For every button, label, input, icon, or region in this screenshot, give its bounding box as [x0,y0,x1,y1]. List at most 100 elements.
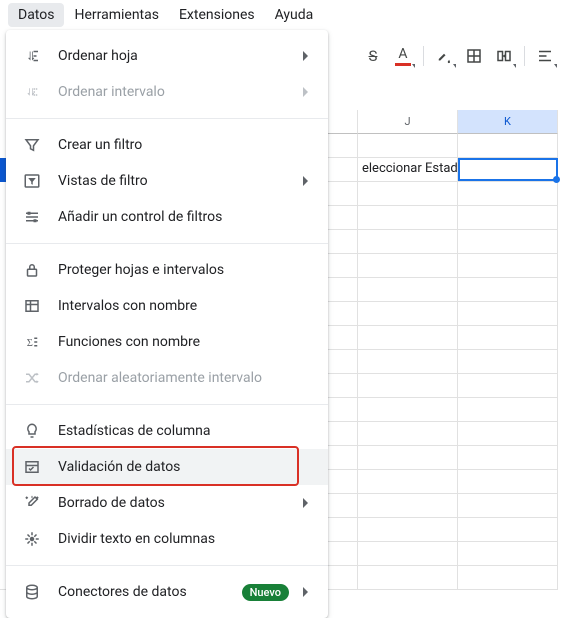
menu-divider [6,243,328,244]
sort-sheet-icon [22,46,42,66]
cell[interactable] [358,350,458,374]
cell[interactable] [458,470,558,494]
submenu-arrow-icon [303,51,308,61]
cell[interactable] [458,446,558,470]
menu-item-connectors[interactable]: Conectores de datosNuevo [6,574,328,610]
bulb-icon [22,421,42,441]
menu-item-filter-views[interactable]: Vistas de filtro [6,163,328,199]
strikethrough-button[interactable]: S [359,42,387,70]
cell[interactable] [358,566,458,590]
menu-item-label: Dividir texto en columnas [58,531,308,547]
menu-item-label: Crear un filtro [58,137,308,153]
cell[interactable] [358,254,458,278]
cell[interactable] [458,326,558,350]
menu-item-validation[interactable]: Validación de datos [6,449,328,485]
column-header-j[interactable]: J [358,110,458,134]
cell[interactable] [358,494,458,518]
menu-item-label: Estadísticas de columna [58,423,308,439]
menu-item-bulb[interactable]: Estadísticas de columna [6,413,328,449]
cell[interactable] [458,566,558,590]
cell[interactable] [458,278,558,302]
cell[interactable] [358,374,458,398]
slicer-icon [22,207,42,227]
cell[interactable] [358,326,458,350]
split-icon [22,529,42,549]
menu-item-shuffle: Ordenar aleatoriamente intervalo [6,360,328,396]
menu-item-label: Funciones con nombre [58,334,308,350]
cell[interactable] [458,494,558,518]
cell[interactable] [458,422,558,446]
cell[interactable] [358,134,458,158]
validation-icon [22,457,42,477]
named-fn-icon: Σ [22,332,42,352]
menu-item-named-fn[interactable]: Σ Funciones con nombre [6,324,328,360]
menu-item-cleanup[interactable]: Borrado de datos [6,485,328,521]
menu-item-label: Vistas de filtro [58,173,295,189]
cell[interactable] [458,350,558,374]
chevron-down-icon [453,64,456,68]
cell[interactable] [358,470,458,494]
borders-icon [465,47,483,65]
menubar-item-ayuda[interactable]: Ayuda [265,3,324,27]
cell[interactable] [358,542,458,566]
named-range-icon [22,296,42,316]
column-header-k[interactable]: K [458,110,558,134]
cell[interactable]: eleccionar Estado [358,158,458,182]
menubar-item-extensiones[interactable]: Extensiones [169,3,265,27]
cell[interactable] [358,230,458,254]
menu-item-label: Añadir un control de filtros [58,209,308,225]
text-color-button[interactable]: A [389,42,417,70]
menu-item-named-range[interactable]: Intervalos con nombre [6,288,328,324]
menu-item-label: Proteger hojas e intervalos [58,262,308,278]
toolbar: S A [355,40,563,72]
chevron-down-icon [412,64,415,68]
cell[interactable] [458,302,558,326]
merge-icon [495,47,513,65]
lock-icon [22,260,42,280]
cell[interactable] [358,422,458,446]
svg-text:Σ: Σ [27,338,33,349]
menu-item-label: Ordenar hoja [58,48,295,64]
menu-divider [6,118,328,119]
menubar-item-herramientas[interactable]: Herramientas [64,3,169,27]
horizontal-align-button[interactable] [531,42,559,70]
toolbar-separator [524,46,525,66]
cell[interactable] [458,254,558,278]
cell[interactable] [458,182,558,206]
sort-range-icon [22,82,42,102]
menu-item-split[interactable]: Dividir texto en columnas [6,521,328,557]
menu-divider [6,565,328,566]
cell[interactable] [458,374,558,398]
new-badge: Nuevo [242,584,289,601]
cell[interactable] [458,134,558,158]
cell[interactable] [458,398,558,422]
submenu-arrow-icon [303,87,308,97]
menu-item-lock[interactable]: Proteger hojas e intervalos [6,252,328,288]
chevron-down-icon [554,64,557,68]
cell[interactable] [358,398,458,422]
filter-icon [22,135,42,155]
cell[interactable] [458,518,558,542]
cell[interactable] [358,518,458,542]
cell[interactable] [358,302,458,326]
paint-bucket-icon [435,47,453,65]
cell[interactable] [358,278,458,302]
menu-item-label: Borrado de datos [58,495,295,511]
cell[interactable] [458,158,558,182]
menubar-item-datos[interactable]: Datos [8,3,64,27]
cell[interactable] [458,542,558,566]
menu-item-sort-range: Ordenar intervalo [6,74,328,110]
submenu-arrow-icon [303,498,308,508]
menu-item-sort-sheet[interactable]: Ordenar hoja [6,38,328,74]
menu-item-filter[interactable]: Crear un filtro [6,127,328,163]
fill-color-button[interactable] [430,42,458,70]
cell[interactable] [458,206,558,230]
cell[interactable] [358,182,458,206]
borders-button[interactable] [460,42,488,70]
merge-cells-button[interactable] [490,42,518,70]
cell[interactable] [358,206,458,230]
menu-item-slicer[interactable]: Añadir un control de filtros [6,199,328,235]
cell[interactable] [458,230,558,254]
menu-divider [6,404,328,405]
cell[interactable] [358,446,458,470]
